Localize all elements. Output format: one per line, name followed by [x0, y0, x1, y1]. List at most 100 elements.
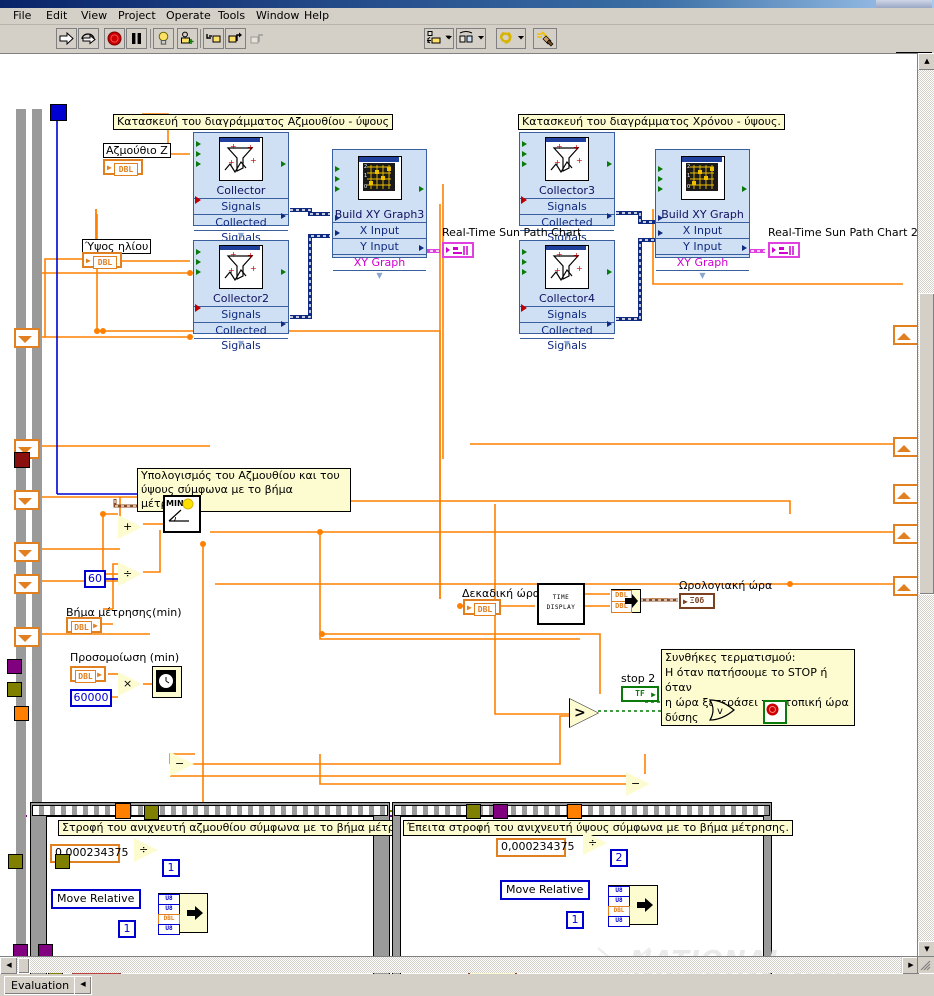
scroll-left-arrow[interactable]: ◀	[0, 957, 18, 975]
operator-compare-left[interactable]: −	[169, 751, 196, 777]
shift-register-left-5[interactable]	[14, 574, 40, 594]
tunnel-left-purple[interactable]	[7, 659, 22, 674]
window-control-buttons[interactable]	[876, 0, 932, 8]
step-over-button[interactable]	[225, 28, 246, 49]
tunnel-br-olive-top[interactable]	[144, 805, 159, 820]
shift-register-left-1[interactable]	[14, 328, 40, 348]
clean-up-diagram-button[interactable]	[533, 28, 557, 49]
hscroll-thumb[interactable]	[18, 958, 30, 974]
shift-register-right-2[interactable]	[893, 437, 919, 457]
shift-register-left-4[interactable]	[14, 542, 40, 562]
menu-project[interactable]: Project	[113, 9, 161, 23]
tunnel-l-olive-mid[interactable]	[55, 854, 70, 869]
block-diagram-canvas[interactable]: Κατασκευή του διαγράμματος Αζμουθίου - ύ…	[0, 53, 934, 974]
tunnel-r-orange-top[interactable]	[567, 804, 582, 819]
tunnel-r-purple-top[interactable]	[493, 804, 508, 819]
svg-text:0: 0	[364, 184, 367, 190]
reorder-button[interactable]	[496, 28, 526, 49]
shift-register-left-6[interactable]	[14, 627, 40, 647]
horizontal-scrollbar[interactable]: ◀ ▶	[0, 956, 920, 975]
constant-60[interactable]: 60	[84, 570, 106, 588]
tunnel-left-orange[interactable]	[14, 706, 29, 721]
indicator-sun-path-chart-2[interactable]	[768, 242, 800, 258]
run-button[interactable]	[56, 28, 77, 49]
enum-move-relative-left[interactable]: Move Relative	[51, 889, 141, 909]
retain-wire-values-button[interactable]	[177, 28, 198, 49]
subvi-min-angle[interactable]: MIN	[163, 495, 201, 533]
tunnel-left-olive[interactable]	[7, 682, 22, 697]
constant-axis-2-right[interactable]: 2	[610, 849, 628, 867]
operator-compare-right[interactable]: −	[625, 771, 652, 797]
distribute-objects-button[interactable]	[456, 28, 486, 49]
terminal-sun-height-dbl[interactable]: ▶ DBL	[82, 252, 122, 269]
vscroll-thumb[interactable]	[919, 293, 934, 595]
terminal-azimuth-z-dbl[interactable]: ▶ DBL	[103, 159, 143, 176]
shift-register-left-3[interactable]	[14, 490, 40, 510]
operator-multiply[interactable]: ×	[117, 671, 144, 697]
menu-edit[interactable]: Edit	[41, 9, 72, 23]
step-out-button[interactable]	[247, 28, 268, 49]
indicator-sun-path-chart-1[interactable]	[442, 242, 474, 258]
operator-add[interactable]: +	[117, 514, 144, 540]
terminal-simulation-min-dbl[interactable]: DBL ▶	[70, 666, 106, 683]
menu-window[interactable]: Window	[251, 9, 304, 23]
menu-tools[interactable]: Tools	[213, 9, 250, 23]
subvi-time-display[interactable]: TIME DISPLAY	[537, 583, 585, 625]
enum-move-relative-right[interactable]: Move Relative	[500, 880, 590, 900]
subvi-collector3[interactable]: + + + + Collector3 Signals Collected Signal…	[519, 132, 615, 244]
hscroll-track[interactable]	[17, 957, 901, 973]
shift-register-right-5[interactable]	[893, 576, 919, 596]
highlight-execution-button[interactable]	[153, 28, 174, 49]
tunnel-top-blue[interactable]	[50, 104, 67, 121]
terminal-decimal-time-dbl[interactable]: ▶ DBL	[463, 599, 501, 616]
constant-axis-1-right[interactable]: 1	[566, 911, 584, 929]
scroll-up-arrow[interactable]: ▲	[918, 53, 934, 71]
resize-grip[interactable]	[917, 956, 934, 973]
constant-axis-1-left[interactable]: 1	[162, 859, 180, 877]
status-expand-arrow[interactable]: ◀	[74, 976, 92, 995]
tunnel-r-olive-top[interactable]	[466, 804, 481, 819]
bottom-left-loop-top-border	[32, 805, 388, 816]
label-simulation-min: Προσομοίωση (min)	[70, 651, 180, 664]
terminal-stop2-boolean[interactable]: TF ▶	[621, 686, 659, 702]
menu-operate[interactable]: Operate	[161, 9, 216, 23]
menu-help[interactable]: Help	[299, 9, 334, 23]
pause-button[interactable]	[126, 28, 147, 49]
tunnel-bl-orange-top[interactable]	[115, 803, 131, 819]
bundle-function[interactable]: DBL DBL	[611, 589, 641, 613]
operator-or[interactable]: v	[708, 699, 736, 721]
indicator-clock-time[interactable]: ▶ Ξ0δ	[679, 593, 715, 609]
subvi-collector2[interactable]: + + + + Collector2 Signals Collected Signal…	[193, 240, 289, 352]
wait-ms-function[interactable]	[152, 666, 182, 698]
subvi-collector[interactable]: + + + + Collector Signals Collected Signals…	[193, 132, 289, 244]
bundle-cluster-left[interactable]: U8 U8 DBL U8	[158, 893, 208, 935]
menu-file[interactable]: File	[8, 9, 36, 23]
operator-greater-than[interactable]: >	[569, 698, 600, 728]
bundle-cluster-right[interactable]: U8 U8 DBL U8	[608, 885, 658, 927]
constant-step-right[interactable]: 0,000234375	[496, 838, 574, 857]
operator-divide-left[interactable]: ÷	[133, 837, 160, 863]
build-xy-graph-icon: 210 00 10	[680, 156, 725, 200]
svg-text:+: +	[556, 142, 563, 151]
subvi-build-xy-graph[interactable]: 210 00 10 Build XY Graph X Input Y Input …	[655, 149, 750, 280]
tunnel-far-left-olive[interactable]	[8, 854, 23, 869]
loop-stop-terminal[interactable]	[763, 700, 787, 724]
tunnel-left-darkred[interactable]	[14, 452, 30, 468]
shift-register-right-3[interactable]	[893, 484, 919, 504]
step-into-button[interactable]	[203, 28, 224, 49]
subvi-build-xy-graph3[interactable]: 210 00 10 Build XY Graph3 X Input Y Input…	[332, 149, 427, 280]
constant-60000[interactable]: 60000	[70, 689, 112, 707]
constant-axis-1b-left[interactable]: 1	[118, 920, 136, 938]
run-continuously-button[interactable]	[78, 28, 99, 49]
subvi-collector3-name: Collector3	[539, 184, 595, 197]
abort-execution-button[interactable]	[104, 28, 125, 49]
shift-register-right-4[interactable]	[893, 524, 919, 544]
vertical-scrollbar[interactable]: ▲ ▼	[917, 53, 934, 959]
subvi-collector4[interactable]: + + + + Collector4 Signals Collected Signal…	[519, 240, 615, 352]
operator-divide-right[interactable]: ÷	[582, 830, 609, 856]
menu-view[interactable]: View	[76, 9, 112, 23]
terminal-step-min-dbl[interactable]: DBL ▶	[66, 617, 102, 634]
align-objects-button[interactable]	[424, 28, 454, 49]
shift-register-right-1[interactable]	[893, 325, 919, 345]
operator-divide-1[interactable]: ÷	[117, 561, 144, 587]
